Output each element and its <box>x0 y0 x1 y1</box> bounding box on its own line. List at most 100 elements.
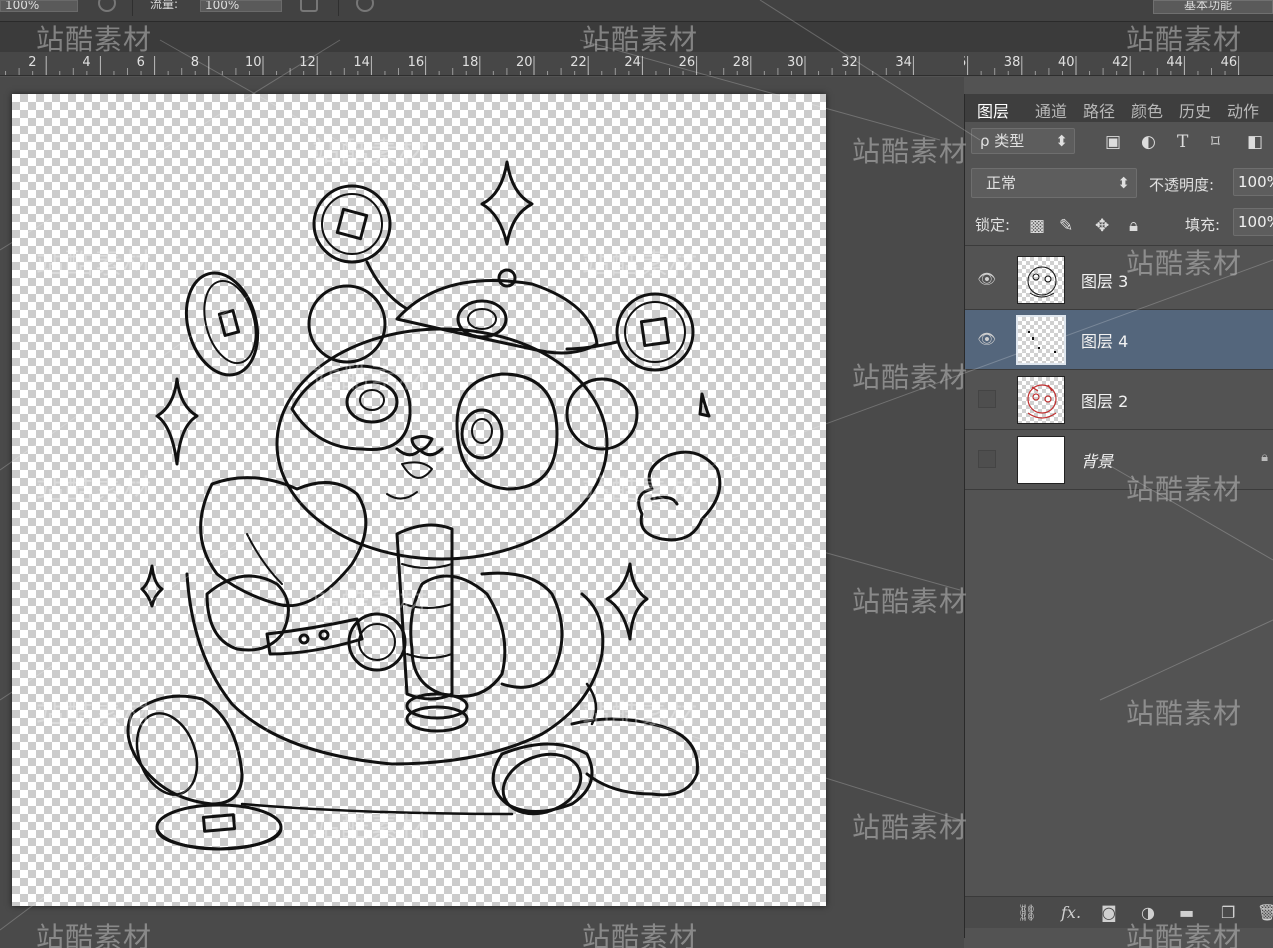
trash-icon[interactable]: 🗑︎ <box>1257 903 1273 922</box>
panda-line-art <box>126 160 722 851</box>
ruler-label: 8 <box>191 55 199 70</box>
thumbnail-art <box>1027 384 1057 419</box>
opacity-input[interactable]: 100% <box>1233 168 1273 196</box>
shape-filter-icon[interactable]: ⌑ <box>1211 132 1220 152</box>
layer-thumbnail <box>1017 256 1065 304</box>
layer-thumbnail <box>1017 376 1065 424</box>
lock-transparent-pixels-icon[interactable]: ▩ <box>1029 216 1045 236</box>
options-bar: 100% 流量: 100% 基本功能 <box>0 0 1273 22</box>
flow-label: 流量: <box>150 0 179 11</box>
airbrush-toggle-icon[interactable] <box>300 0 318 12</box>
layer-name[interactable]: 图层 3 <box>1081 268 1128 292</box>
visibility-toggle-off[interactable] <box>978 450 996 468</box>
tab-history[interactable]: 历史 <box>1179 98 1211 122</box>
ruler-label: 42 <box>1112 55 1129 70</box>
ruler-label: 12 <box>299 55 316 70</box>
ruler-extension: 36 38 40 42 44 46 <box>964 52 1273 76</box>
layer-thumbnail <box>1016 315 1066 365</box>
ruler-label: 38 <box>1004 55 1021 70</box>
ruler-label: 6 <box>137 55 145 70</box>
adjustment-layer-icon[interactable]: ◑ <box>1141 903 1155 922</box>
ruler-label: 10 <box>245 55 262 70</box>
select-arrows-icon: ⬍ <box>1117 174 1130 192</box>
fill-input[interactable]: 100% <box>1233 208 1273 236</box>
blend-row: 正常 ⬍ 不透明度: 100% <box>965 164 1273 200</box>
thumbnail-art <box>1027 266 1057 298</box>
ruler-label: 36 <box>964 55 966 70</box>
select-arrows-icon: ⬍ <box>1055 132 1068 150</box>
lock-row: 锁定: ▩ ✎ ✥ 🔒︎ 填充: 100% <box>965 206 1273 246</box>
coin-top <box>312 184 392 264</box>
layer-thumbnail <box>1017 436 1065 484</box>
layer-mask-icon[interactable]: ◙ <box>1101 903 1117 922</box>
ruler-label: 28 <box>733 55 750 70</box>
coin-bottom <box>155 803 283 851</box>
pressure-icon[interactable] <box>356 0 374 12</box>
horizontal-ruler: 2 4 6 8 10 12 14 16 18 20 22 24 26 28 30 32 34 <box>0 52 964 76</box>
separator <box>338 0 339 16</box>
layer-row-background[interactable]: 背景 🔒︎ <box>965 430 1273 490</box>
new-group-icon[interactable]: ▬ <box>1179 903 1194 922</box>
airbrush-icon[interactable] <box>98 0 116 12</box>
workspace-switcher[interactable]: 基本功能 <box>1153 0 1273 14</box>
opacity-field[interactable]: 100% <box>0 0 78 12</box>
layers-panel: 图层 通道 路径 颜色 历史 动作 ρ 类型 ⬍ ▣ ◐ T ⌑ ◧ 正常 ⬍ … <box>964 94 1273 938</box>
smart-object-filter-icon[interactable]: ◧ <box>1247 132 1263 152</box>
ruler-label: 20 <box>516 55 533 70</box>
layer-row[interactable]: 图层 2 <box>965 370 1273 430</box>
layer-filter-select[interactable]: ρ 类型 ⬍ <box>971 128 1075 154</box>
text-filter-icon[interactable]: T <box>1177 132 1188 152</box>
layer-row-selected[interactable]: 👁︎ 图层 4 <box>965 310 1273 370</box>
tab-color[interactable]: 颜色 <box>1131 98 1163 122</box>
ruler-label: 22 <box>570 55 587 70</box>
filter-label: ρ 类型 <box>980 132 1025 150</box>
ruler-label: 14 <box>353 55 370 70</box>
flow-field[interactable]: 100% <box>200 0 282 12</box>
image-filter-icon[interactable]: ▣ <box>1105 132 1121 152</box>
lock-icon: 🔒︎ <box>1261 450 1268 465</box>
blend-mode-select[interactable]: 正常 ⬍ <box>971 168 1137 198</box>
tab-layers[interactable]: 图层 <box>977 98 1009 122</box>
panel-tab-bar: 图层 通道 路径 颜色 历史 动作 <box>965 94 1273 122</box>
opacity-label: 不透明度: <box>1149 176 1215 194</box>
document-canvas[interactable] <box>12 94 826 906</box>
eye-icon[interactable]: 👁︎ <box>977 330 997 348</box>
ruler-label: 24 <box>624 55 641 70</box>
ruler-label: 44 <box>1166 55 1183 70</box>
ruler-ticks: 2 4 6 8 10 12 14 16 18 20 22 24 26 28 30 32 34 <box>5 55 914 75</box>
document-tab-bar <box>0 22 1273 52</box>
ruler-label: 30 <box>787 55 804 70</box>
ruler-label: 26 <box>679 55 696 70</box>
ruler-label: 18 <box>462 55 479 70</box>
fill-label: 填充: <box>1185 216 1221 234</box>
ruler-label: 16 <box>408 55 425 70</box>
link-layers-icon[interactable]: ⛓ <box>1017 903 1037 922</box>
coin-right <box>615 292 695 372</box>
ruler-label: 2 <box>28 55 36 70</box>
panel-footer: ⛓ fx. ◙ ◑ ▬ ❐ 🗑︎ <box>965 896 1273 928</box>
layer-name[interactable]: 背景 <box>1081 448 1113 472</box>
tab-paths[interactable]: 路径 <box>1083 98 1115 122</box>
ruler-label: 34 <box>895 55 912 70</box>
layer-name[interactable]: 图层 4 <box>1081 328 1128 352</box>
lock-image-pixels-icon[interactable]: ✎ <box>1059 216 1073 236</box>
tab-actions[interactable]: 动作 <box>1227 98 1259 122</box>
new-layer-icon[interactable]: ❐ <box>1221 903 1235 922</box>
layer-name[interactable]: 图层 2 <box>1081 388 1128 412</box>
tab-channels[interactable]: 通道 <box>1035 98 1067 122</box>
adjustment-filter-icon[interactable]: ◐ <box>1141 132 1156 152</box>
ruler-label: 4 <box>82 55 90 70</box>
separator <box>132 0 133 16</box>
eye-icon[interactable]: 👁︎ <box>977 270 997 288</box>
canvas-area[interactable] <box>0 77 964 948</box>
ruler-label: 32 <box>841 55 858 70</box>
ruler-label: 40 <box>1058 55 1075 70</box>
layer-row[interactable]: 👁︎ 图层 3 <box>965 250 1273 310</box>
lock-all-icon[interactable]: 🔒︎ <box>1129 216 1138 236</box>
visibility-toggle-off[interactable] <box>978 390 996 408</box>
lock-position-icon[interactable]: ✥ <box>1095 216 1109 236</box>
ruler-label: 46 <box>1221 55 1238 70</box>
fx-button[interactable]: fx. <box>1061 903 1081 922</box>
blend-mode-label: 正常 <box>986 174 1017 192</box>
thumbnail-art <box>1028 331 1056 353</box>
